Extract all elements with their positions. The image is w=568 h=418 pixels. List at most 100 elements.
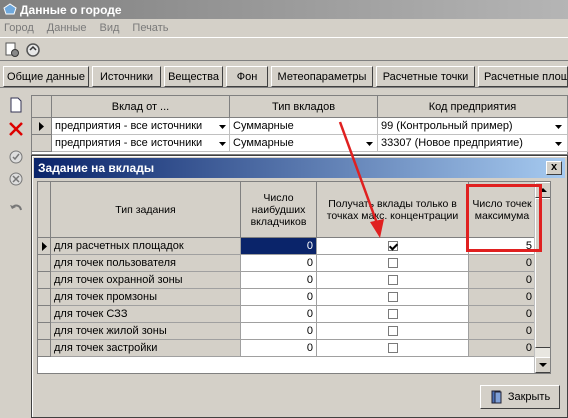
contributors-cell[interactable]: 0 <box>241 306 317 323</box>
row-indicator <box>38 306 51 323</box>
max-only-cell[interactable] <box>317 238 469 255</box>
refresh-icon[interactable] <box>24 41 42 59</box>
source-value: предприятия - все источники <box>55 120 203 132</box>
max-only-checkbox[interactable] <box>387 241 398 251</box>
task-type-cell[interactable]: для точек пользователя <box>51 255 241 272</box>
table-row[interactable]: для точек застройки 0 0 <box>38 340 550 357</box>
tab-calc-areas[interactable]: Расчетные площ <box>478 66 568 87</box>
contributors-cell[interactable]: 0 <box>241 255 317 272</box>
task-type-cell[interactable]: для точек СЗЗ <box>51 306 241 323</box>
max-only-cell[interactable] <box>317 340 469 357</box>
app-icon <box>3 3 17 15</box>
table-row-code[interactable]: 99 (Контрольный пример) <box>378 118 568 135</box>
row-indicator <box>38 289 51 306</box>
type-value: Суммарные <box>233 137 294 149</box>
code-value: 99 (Контрольный пример) <box>381 120 513 132</box>
tab-bar: Общие данные Источники Вещества Фон Мете… <box>0 64 568 88</box>
confirm-icon[interactable] <box>7 148 25 166</box>
close-button-label: Закрыть <box>507 391 551 403</box>
task-type-cell[interactable]: для точек застройки <box>51 340 241 357</box>
col-header-max-only[interactable]: Получать вклады только в точках макс. ко… <box>317 182 469 238</box>
task-type-cell[interactable]: для расчетных площадок <box>51 238 241 255</box>
chevron-down-icon[interactable] <box>218 138 227 149</box>
max-only-cell[interactable] <box>317 323 469 340</box>
task-type-cell[interactable]: для точек охранной зоны <box>51 272 241 289</box>
type-value: Суммарные <box>233 120 294 132</box>
grid-corner <box>38 182 51 238</box>
chevron-down-icon[interactable] <box>554 121 563 132</box>
chevron-down-icon[interactable] <box>218 121 227 132</box>
contributors-cell[interactable]: 0 <box>241 238 317 255</box>
col-header-code[interactable]: Код предприятия <box>378 96 568 118</box>
table-row-type[interactable]: Суммарные <box>230 118 378 135</box>
tab-sources[interactable]: Источники <box>92 66 161 87</box>
row-indicator <box>38 272 51 289</box>
contributors-cell[interactable]: 0 <box>241 289 317 306</box>
tab-background[interactable]: Фон <box>226 66 268 87</box>
row-indicator <box>32 135 52 152</box>
new-document-icon[interactable] <box>7 96 25 114</box>
col-header-source[interactable]: Вклад от ... <box>52 96 230 118</box>
row-indicator <box>32 118 52 135</box>
max-points-cell[interactable]: 0 <box>469 340 536 357</box>
menu-item-print[interactable]: Печать <box>132 22 168 34</box>
col-header-contributors[interactable]: Число наибудших вкладчиков <box>241 182 317 238</box>
table-row-code[interactable]: 33307 (Новое предприятие) <box>378 135 568 152</box>
contributors-cell[interactable]: 0 <box>241 272 317 289</box>
max-points-cell[interactable]: 0 <box>469 323 536 340</box>
task-type-cell[interactable]: для точек промзоны <box>51 289 241 306</box>
max-only-checkbox[interactable] <box>387 292 398 302</box>
dialog-title: Задание на вклады <box>38 161 155 175</box>
contributors-cell[interactable]: 0 <box>241 340 317 357</box>
door-icon <box>491 390 502 404</box>
close-button[interactable]: Закрыть <box>480 385 560 409</box>
col-header-task-type[interactable]: Тип задания <box>51 182 241 238</box>
tab-calc-points[interactable]: Расчетные точки <box>376 66 475 87</box>
max-points-cell[interactable]: 0 <box>469 306 536 323</box>
menu-item-data[interactable]: Данные <box>47 22 87 34</box>
contributors-cell[interactable]: 0 <box>241 323 317 340</box>
max-only-checkbox[interactable] <box>387 275 398 285</box>
menu-bar: Город Данные Вид Печать <box>0 19 568 37</box>
row-indicator <box>38 340 51 357</box>
max-points-cell[interactable]: 0 <box>469 289 536 306</box>
cancel-icon[interactable] <box>7 170 25 188</box>
table-row[interactable]: для точек жилой зоны 0 0 <box>38 323 550 340</box>
max-only-cell[interactable] <box>317 272 469 289</box>
document-gear-icon[interactable] <box>3 41 21 59</box>
close-icon[interactable]: x <box>546 161 562 175</box>
max-points-cell[interactable]: 0 <box>469 272 536 289</box>
row-indicator <box>38 323 51 340</box>
max-only-checkbox[interactable] <box>387 326 398 336</box>
table-row-source[interactable]: предприятия - все источники <box>52 135 230 152</box>
chevron-down-icon[interactable] <box>365 138 374 149</box>
table-row[interactable]: для точек промзоны 0 0 <box>38 289 550 306</box>
undo-icon[interactable] <box>7 200 25 218</box>
side-toolbar <box>0 92 30 232</box>
tab-general[interactable]: Общие данные <box>3 66 89 87</box>
max-points-cell[interactable]: 0 <box>469 255 536 272</box>
tab-meteo[interactable]: Метеопараметры <box>271 66 373 87</box>
row-indicator <box>38 255 51 272</box>
table-row[interactable]: для точек охранной зоны 0 0 <box>38 272 550 289</box>
task-type-cell[interactable]: для точек жилой зоны <box>51 323 241 340</box>
window-title: Данные о городе <box>20 2 122 17</box>
menu-item-city[interactable]: Город <box>4 22 34 34</box>
max-only-cell[interactable] <box>317 289 469 306</box>
table-row-source[interactable]: предприятия - все источники <box>52 118 230 135</box>
col-header-type[interactable]: Тип вкладов <box>230 96 378 118</box>
menu-item-view[interactable]: Вид <box>100 22 120 34</box>
chevron-down-icon[interactable] <box>554 138 563 149</box>
scroll-down-button[interactable] <box>535 357 550 373</box>
max-only-cell[interactable] <box>317 255 469 272</box>
max-only-checkbox[interactable] <box>387 343 398 353</box>
window-title-bar: Данные о городе <box>0 0 568 19</box>
table-row[interactable]: для точек пользователя 0 0 <box>38 255 550 272</box>
table-row[interactable]: для точек СЗЗ 0 0 <box>38 306 550 323</box>
max-only-checkbox[interactable] <box>387 258 398 268</box>
table-row-type[interactable]: Суммарные <box>230 135 378 152</box>
max-only-checkbox[interactable] <box>387 309 398 319</box>
delete-icon[interactable] <box>7 120 25 138</box>
max-only-cell[interactable] <box>317 306 469 323</box>
tab-substances[interactable]: Вещества <box>164 66 223 87</box>
